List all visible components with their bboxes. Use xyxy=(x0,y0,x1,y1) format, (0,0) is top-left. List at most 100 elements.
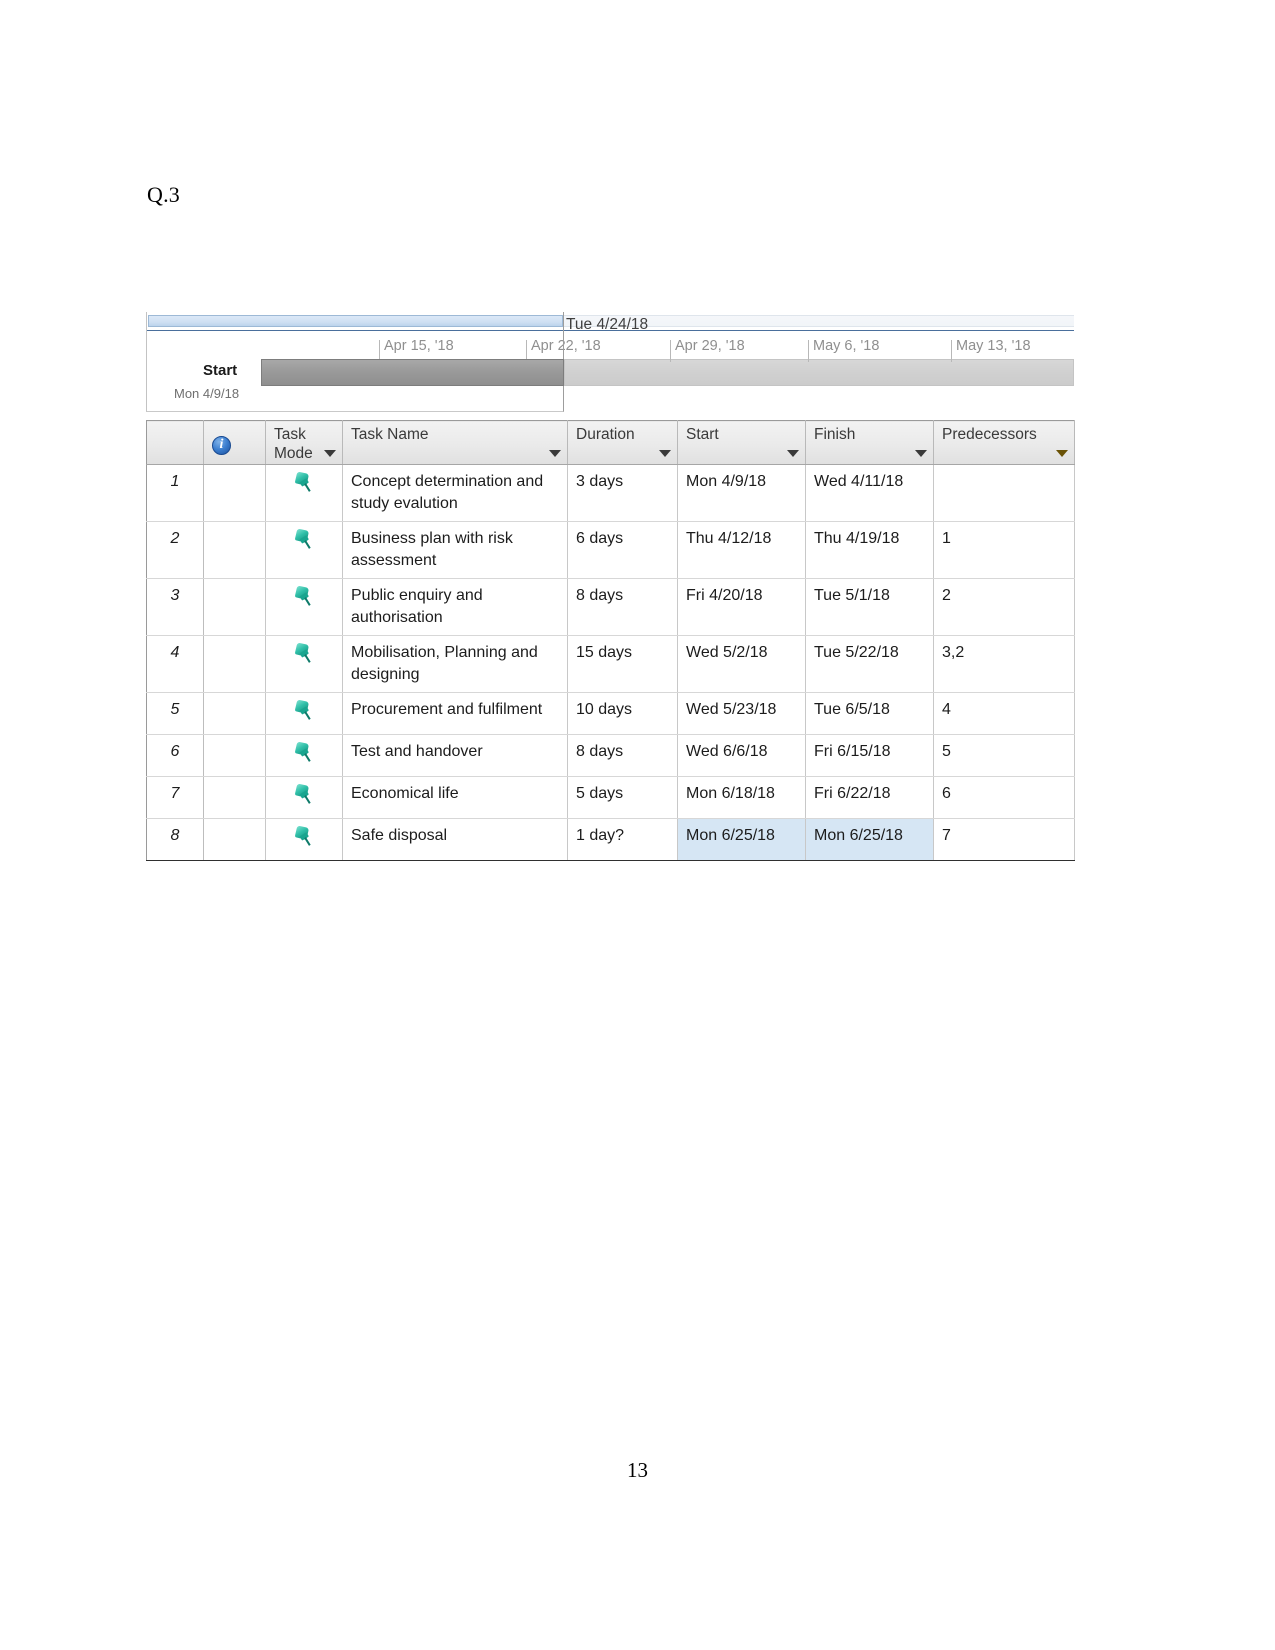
row-start-cell[interactable]: Fri 4/20/18 xyxy=(677,578,806,636)
column-header-indicators[interactable] xyxy=(203,420,266,465)
column-header-duration[interactable]: Duration xyxy=(567,420,678,465)
row-task-name-cell[interactable]: Concept determination and study evalutio… xyxy=(342,464,568,522)
row-task-mode-cell[interactable] xyxy=(265,521,343,579)
column-header-task-mode-label: Task Mode xyxy=(274,426,313,462)
chevron-down-icon[interactable] xyxy=(1056,450,1068,457)
row-task-name-cell[interactable]: Mobilisation, Planning and designing xyxy=(342,635,568,693)
row-id-cell[interactable]: 1 xyxy=(146,464,204,522)
chevron-down-icon[interactable] xyxy=(787,450,799,457)
row-indicator-cell[interactable] xyxy=(203,635,266,693)
row-indicator-cell[interactable] xyxy=(203,578,266,636)
row-start-cell[interactable]: Mon 4/9/18 xyxy=(677,464,806,522)
timeline-view: Apr 15, '18 Apr 22, '18 Apr 29, '18 May 6, … xyxy=(146,312,1074,412)
row-start-cell[interactable]: Wed 6/6/18 xyxy=(677,734,806,777)
row-predecessors-cell[interactable] xyxy=(933,464,1075,522)
row-duration-cell[interactable]: 10 days xyxy=(567,692,678,735)
row-task-mode-cell[interactable] xyxy=(265,464,343,522)
table-row[interactable]: 2 Business plan with risk assessment 6 day… xyxy=(146,521,1075,579)
row-id-cell[interactable]: 5 xyxy=(146,692,204,735)
row-duration-cell[interactable]: 6 days xyxy=(567,521,678,579)
row-duration-cell[interactable]: 3 days xyxy=(567,464,678,522)
table-row[interactable]: 7 Economical life 5 days Mon 6/18/18 Fri 6/2… xyxy=(146,776,1075,819)
row-finish-cell[interactable]: Fri 6/22/18 xyxy=(805,776,934,819)
row-id-cell[interactable]: 7 xyxy=(146,776,204,819)
row-id-cell[interactable]: 8 xyxy=(146,818,204,861)
row-predecessors-cell[interactable]: 4 xyxy=(933,692,1075,735)
row-task-mode-cell[interactable] xyxy=(265,692,343,735)
pushpin-icon xyxy=(290,467,319,496)
row-id-cell[interactable]: 6 xyxy=(146,734,204,777)
row-start-cell[interactable]: Wed 5/2/18 xyxy=(677,635,806,693)
row-duration-cell[interactable]: 8 days xyxy=(567,734,678,777)
row-task-name-cell[interactable]: Public enquiry and authorisation xyxy=(342,578,568,636)
table-row[interactable]: 3 Public enquiry and authorisation 8 days F… xyxy=(146,578,1075,636)
row-finish-cell[interactable]: Tue 5/22/18 xyxy=(805,635,934,693)
pushpin-icon xyxy=(290,638,319,667)
row-predecessors-cell[interactable]: 1 xyxy=(933,521,1075,579)
pushpin-icon xyxy=(290,695,319,724)
timeline-tick-4: May 13, '18 xyxy=(951,338,1031,362)
row-indicator-cell[interactable] xyxy=(203,776,266,819)
row-start-cell[interactable]: Mon 6/25/18 xyxy=(677,818,806,861)
column-header-task-name[interactable]: Task Name xyxy=(342,420,568,465)
row-id-cell[interactable]: 2 xyxy=(146,521,204,579)
row-indicator-cell[interactable] xyxy=(203,521,266,579)
row-start-cell[interactable]: Mon 6/18/18 xyxy=(677,776,806,819)
column-header-task-name-label: Task Name xyxy=(351,426,429,443)
row-task-mode-cell[interactable] xyxy=(265,578,343,636)
row-task-name-cell[interactable]: Safe disposal xyxy=(342,818,568,861)
row-predecessors-cell[interactable]: 6 xyxy=(933,776,1075,819)
row-duration-cell[interactable]: 5 days xyxy=(567,776,678,819)
timeline-tick-2: Apr 29, '18 xyxy=(670,338,745,362)
row-id-cell[interactable]: 3 xyxy=(146,578,204,636)
row-task-mode-cell[interactable] xyxy=(265,818,343,861)
row-finish-cell[interactable]: Mon 6/25/18 xyxy=(805,818,934,861)
chevron-down-icon[interactable] xyxy=(549,450,561,457)
row-predecessors-cell[interactable]: 2 xyxy=(933,578,1075,636)
table-row[interactable]: 1 Concept determination and study evaluti… xyxy=(146,464,1075,522)
row-task-name-cell[interactable]: Business plan with risk assessment xyxy=(342,521,568,579)
row-id-cell[interactable]: 4 xyxy=(146,635,204,693)
timeline-pan-bar[interactable] xyxy=(148,315,563,327)
row-start-cell[interactable]: Thu 4/12/18 xyxy=(677,521,806,579)
row-indicator-cell[interactable] xyxy=(203,692,266,735)
chevron-down-icon[interactable] xyxy=(915,450,927,457)
row-predecessors-cell[interactable]: 7 xyxy=(933,818,1075,861)
row-task-mode-cell[interactable] xyxy=(265,635,343,693)
row-duration-cell[interactable]: 1 day? xyxy=(567,818,678,861)
table-row[interactable]: 5 Procurement and fulfilment 10 days Wed 5/… xyxy=(146,692,1075,735)
table-row[interactable]: 4 Mobilisation, Planning and designing 15 … xyxy=(146,635,1075,693)
chevron-down-icon[interactable] xyxy=(659,450,671,457)
column-header-predecessors[interactable]: Predecessors xyxy=(933,420,1075,465)
row-task-mode-cell[interactable] xyxy=(265,776,343,819)
row-task-name-cell[interactable]: Test and handover xyxy=(342,734,568,777)
row-task-mode-cell[interactable] xyxy=(265,734,343,777)
row-finish-cell[interactable]: Tue 6/5/18 xyxy=(805,692,934,735)
row-duration-cell[interactable]: 15 days xyxy=(567,635,678,693)
row-indicator-cell[interactable] xyxy=(203,818,266,861)
column-header-start[interactable]: Start xyxy=(677,420,806,465)
row-finish-cell[interactable]: Fri 6/15/18 xyxy=(805,734,934,777)
column-header-task-mode[interactable]: Task Mode xyxy=(265,420,343,465)
row-predecessors-cell[interactable]: 3,2 xyxy=(933,635,1075,693)
row-finish-cell[interactable]: Wed 4/11/18 xyxy=(805,464,934,522)
row-predecessors-cell[interactable]: 5 xyxy=(933,734,1075,777)
table-row[interactable]: 6 Test and handover 8 days Wed 6/6/18 Fri 6/… xyxy=(146,734,1075,777)
pushpin-icon xyxy=(290,737,319,766)
column-header-id[interactable] xyxy=(146,420,204,465)
row-finish-cell[interactable]: Thu 4/19/18 xyxy=(805,521,934,579)
row-start-cell[interactable]: Wed 5/23/18 xyxy=(677,692,806,735)
row-duration-cell[interactable]: 8 days xyxy=(567,578,678,636)
column-header-finish-label: Finish xyxy=(814,426,856,443)
table-row[interactable]: 8 Safe disposal 1 day? Mon 6/25/18 Mon 6/25/… xyxy=(146,818,1075,861)
row-indicator-cell[interactable] xyxy=(203,464,266,522)
row-indicator-cell[interactable] xyxy=(203,734,266,777)
column-header-start-label: Start xyxy=(686,426,719,443)
chevron-down-icon[interactable] xyxy=(324,450,336,457)
column-header-finish[interactable]: Finish xyxy=(805,420,934,465)
pushpin-icon xyxy=(290,779,319,808)
pushpin-icon xyxy=(290,524,319,553)
row-finish-cell[interactable]: Tue 5/1/18 xyxy=(805,578,934,636)
row-task-name-cell[interactable]: Economical life xyxy=(342,776,568,819)
row-task-name-cell[interactable]: Procurement and fulfilment xyxy=(342,692,568,735)
